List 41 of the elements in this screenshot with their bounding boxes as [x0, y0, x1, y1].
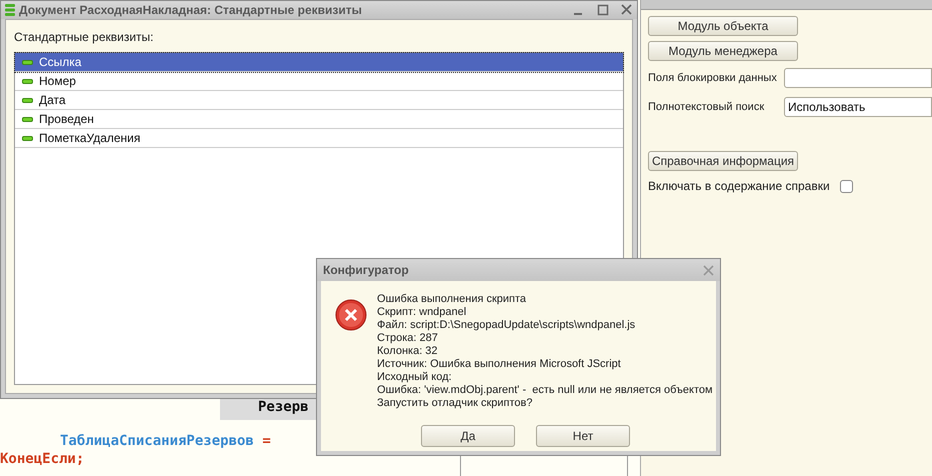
list-label: Стандартные реквизиты: [14, 29, 154, 46]
attribute-icon [22, 78, 33, 84]
checkbox[interactable] [840, 180, 853, 192]
code-operator: = [262, 433, 271, 449]
message-line: Запустить отладчик скриптов? [377, 397, 534, 410]
message-line: Файл: script:D:\SnegopadUpdate\scripts\wndpanel.js [377, 319, 636, 332]
attribute-icon [22, 98, 33, 102]
message-line: Исходный код: [377, 371, 453, 384]
attribute-icon [22, 116, 33, 122]
code-identifier: ТаблицаСписанияРезервов [60, 433, 254, 449]
list-item[interactable]: Дата [15, 91, 623, 110]
field-label: Поля блокировки данных [648, 70, 778, 86]
message-line: Ошибка: 'view.mdObj.parent' - есть null или не является объектом [377, 384, 713, 397]
attribute-icon [22, 60, 33, 64]
close-button[interactable] [621, 4, 633, 16]
module-button[interactable]: Модуль объекта [648, 16, 798, 36]
module-button[interactable]: Модуль менеджера [648, 41, 798, 61]
code-text: Резерв [258, 399, 309, 415]
attribute-icon [22, 136, 33, 140]
input-field[interactable] [784, 68, 932, 88]
list-icon [5, 3, 15, 17]
dialog-button[interactable]: Нет [536, 425, 630, 447]
dialog-button[interactable]: Да [421, 425, 515, 447]
message-line: Скрипт: wndpanel [377, 306, 468, 319]
input-field[interactable]: Использовать [784, 97, 932, 117]
list-item[interactable]: ПометкаУдаления [15, 129, 623, 148]
field-label: Полнотекстовый поиск [648, 100, 766, 115]
list-item[interactable]: Ссылка [15, 53, 623, 72]
message-line: Колонка: 32 [377, 345, 439, 358]
dialog-title: Конфигуратор [323, 262, 409, 279]
list-item[interactable]: Номер [15, 72, 623, 91]
checkbox-label: Включать в содержание справки [648, 178, 830, 195]
window-title: Документ РасходнаяНакладная: Стандартные реквизиты [19, 2, 362, 19]
error-icon [335, 299, 367, 331]
message-line: Источник: Ошибка выполнения Microsoft JScript [377, 358, 622, 371]
maximize-button[interactable] [597, 4, 609, 16]
message-line: Ошибка выполнения скрипта [377, 293, 528, 306]
help-button[interactable]: Справочная информация [648, 151, 798, 171]
code-keyword: КонецЕсли; [0, 451, 84, 467]
list-item[interactable]: Проведен [15, 110, 623, 129]
message-line: Строка: 287 [377, 332, 439, 345]
